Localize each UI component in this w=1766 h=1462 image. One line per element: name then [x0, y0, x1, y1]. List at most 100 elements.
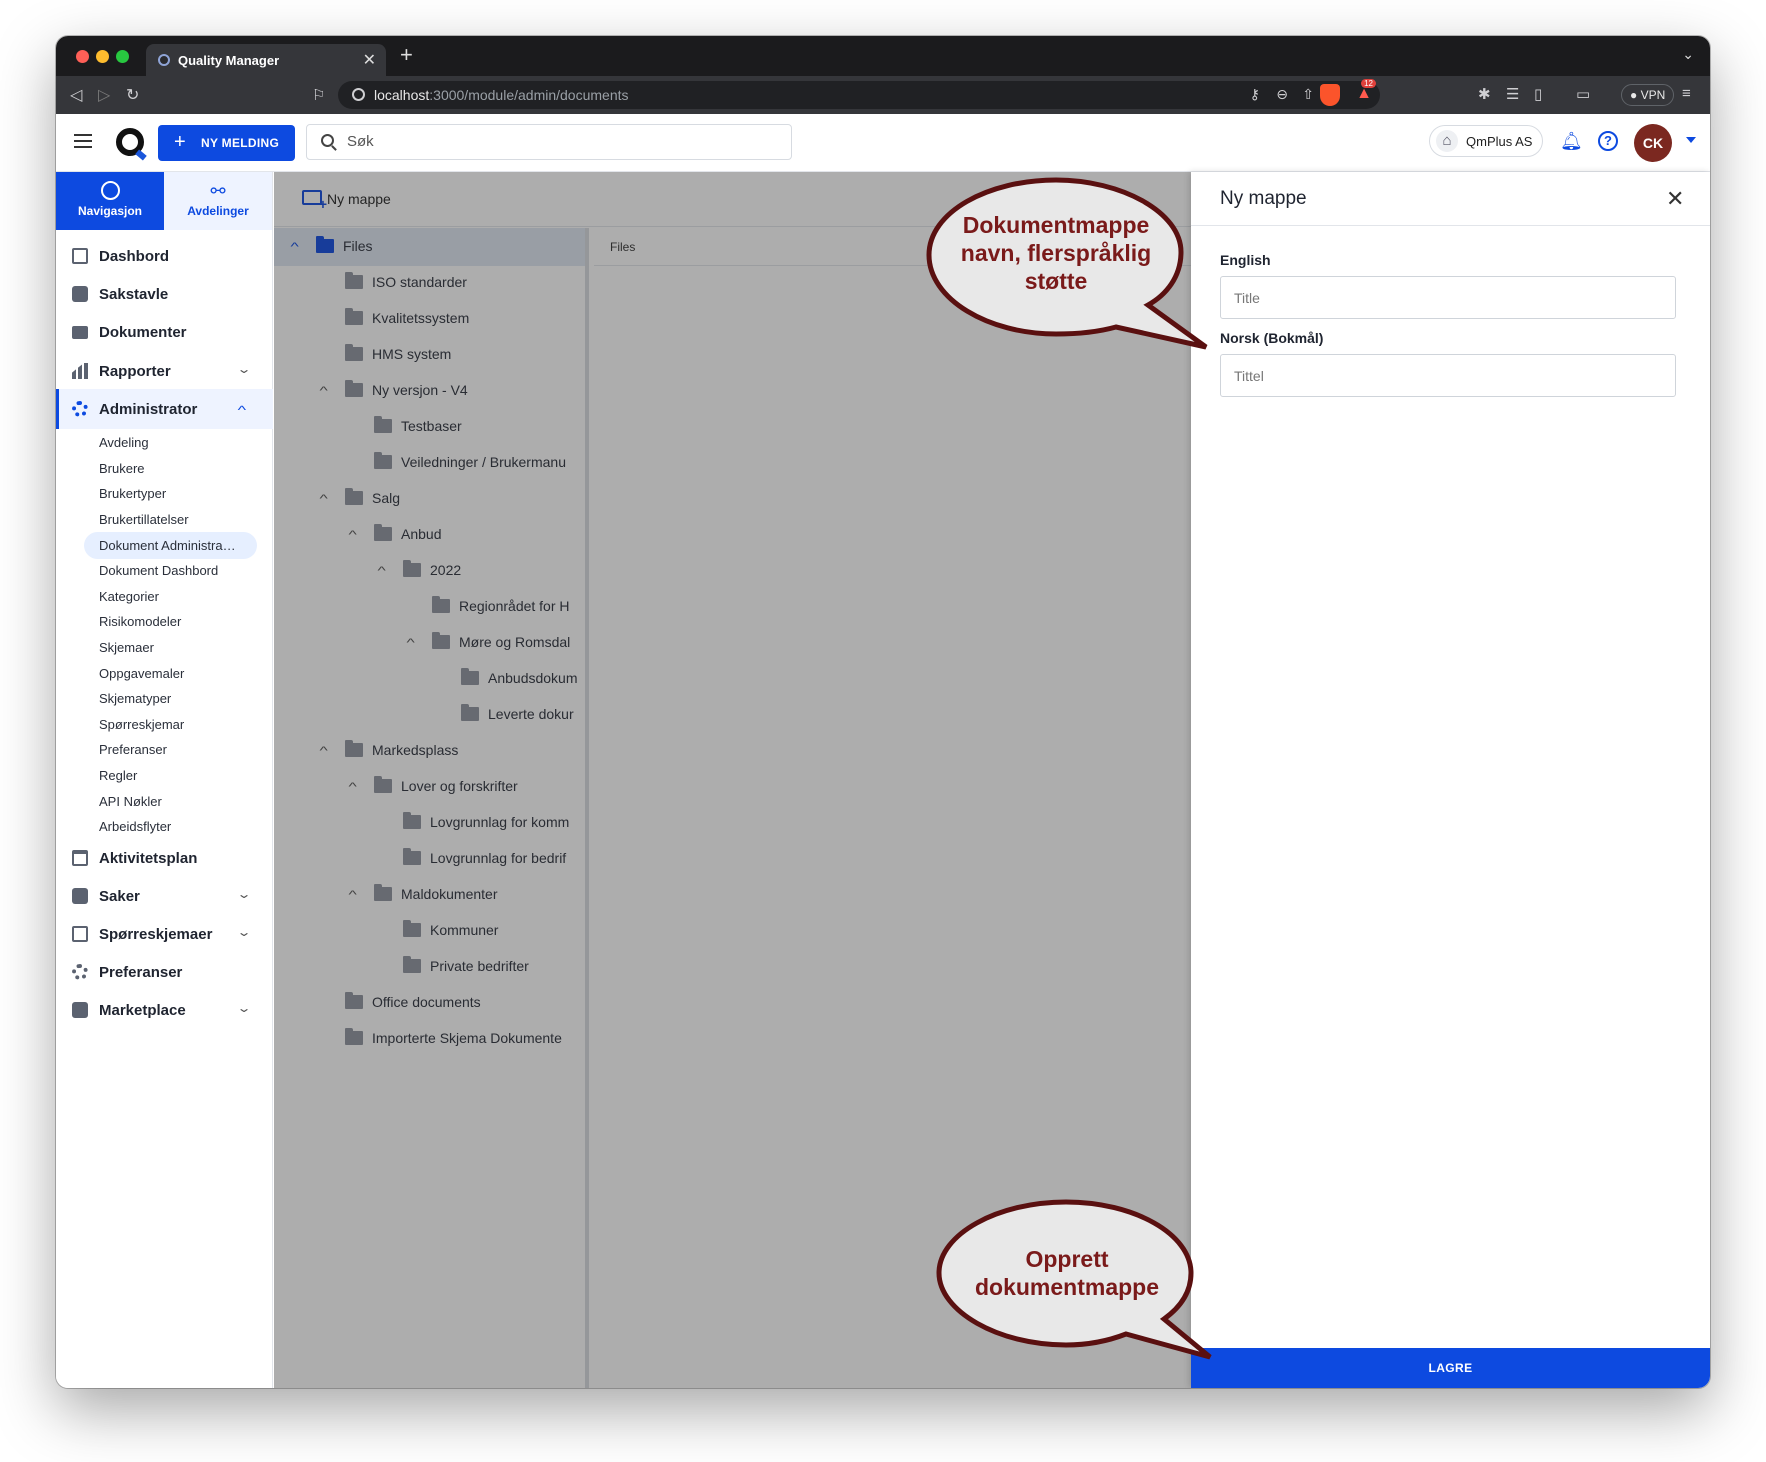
cases-icon	[72, 888, 88, 904]
sidebar-item-rapporter[interactable]: Rapporter ⌄	[56, 351, 273, 391]
search-box[interactable]	[306, 124, 792, 160]
sidebar-sub-regler[interactable]: Regler	[99, 768, 137, 783]
browser-toolbar: ◁ ▷ ↻ ⚐ localhost:3000/module/admin/docu…	[56, 76, 1710, 114]
sidebar-sub-avdeling[interactable]: Avdeling	[99, 435, 149, 450]
browser-menu-icon[interactable]: ≡	[1682, 85, 1691, 102]
org-chart-icon: ⚯	[210, 181, 226, 201]
gear-icon	[72, 401, 88, 417]
chevron-up-icon: ^	[237, 403, 247, 417]
sidebar-sub-brukertillatelser[interactable]: Brukertillatelser	[99, 512, 189, 527]
sidebar-sub-brukere[interactable]: Brukere	[99, 461, 145, 476]
extensions-icon[interactable]: ✱	[1478, 85, 1491, 103]
bookmark-icon[interactable]: ⚐	[312, 86, 325, 104]
callout-bottom: Opprett dokumentmappe	[936, 1199, 1212, 1360]
sidebar-sub-api-nokler[interactable]: API Nøkler	[99, 794, 162, 809]
wallet-icon[interactable]: ▭	[1576, 85, 1590, 103]
callout-bottom-line-1: Opprett	[1025, 1246, 1109, 1272]
app-header: + NY MELDING ⌂ QmPlus AS 🔔︎ ? CK	[56, 114, 1710, 172]
sidebar-sub-sporreskjemar[interactable]: Spørreskjemar	[99, 717, 184, 732]
sidebar-sub-skjemaer[interactable]: Skjemaer	[99, 640, 154, 655]
tab-list-chevron-icon[interactable]: ⌄	[1682, 46, 1694, 63]
share-icon[interactable]: ⇧	[1302, 86, 1314, 103]
sidebar-sub-skjematyper[interactable]: Skjematyper	[99, 691, 171, 706]
brave-shield-icon[interactable]	[1320, 84, 1340, 106]
sidebar-item-label: Administrator	[99, 401, 198, 418]
back-icon[interactable]: ◁	[70, 85, 82, 105]
new-folder-drawer: Ny mappe ✕ English Norsk (Bokmål) LAGRE	[1191, 172, 1710, 1388]
app-logo[interactable]	[116, 128, 144, 156]
english-title-field[interactable]	[1220, 276, 1676, 319]
user-menu-caret-icon[interactable]	[1686, 137, 1696, 143]
minimize-window-button[interactable]	[96, 50, 109, 63]
compass-icon	[100, 181, 120, 200]
sidebar-sub-dokument-dashbord[interactable]: Dokument Dashbord	[99, 563, 218, 578]
folder-icon	[72, 326, 88, 339]
callout-top-text: Dokumentmappe navn, flerspråklig støtte	[926, 211, 1186, 295]
calendar-icon	[72, 850, 88, 866]
tab-close-icon[interactable]: ✕	[363, 50, 376, 70]
vpn-button[interactable]: ● VPN	[1621, 84, 1675, 106]
sidebar-item-dashbord[interactable]: Dashbord	[56, 236, 273, 276]
help-icon[interactable]: ?	[1598, 131, 1618, 151]
sidebar-sub-preferanser[interactable]: Preferanser	[99, 742, 167, 757]
sidebar-toggle-icon[interactable]: ▯	[1534, 85, 1542, 103]
close-icon[interactable]: ✕	[1666, 186, 1684, 212]
company-selector[interactable]: ⌂ QmPlus AS	[1429, 125, 1543, 157]
search-icon	[321, 134, 334, 147]
url-text[interactable]: localhost:3000/module/admin/documents	[374, 87, 629, 103]
sidebar-item-saker[interactable]: Saker ⌄	[56, 876, 273, 916]
sidebar-item-label: Aktivitetsplan	[99, 850, 198, 867]
playlist-icon[interactable]: ☰	[1506, 85, 1519, 103]
save-button[interactable]: LAGRE	[1191, 1348, 1710, 1388]
sidebar-sub-brukertyper[interactable]: Brukertyper	[99, 486, 166, 501]
tab-navigasjon[interactable]: Navigasjon	[56, 172, 164, 230]
favicon-icon	[158, 54, 170, 66]
sidebar-sub-dokument-administrasjon[interactable]: Dokument Administrasjon	[84, 532, 257, 559]
browser-tab[interactable]: Quality Manager ✕	[146, 44, 386, 76]
bar-chart-icon	[72, 363, 88, 379]
callout-bottom-line-2: dokumentmappe	[974, 1274, 1160, 1300]
hamburger-menu-icon[interactable]	[74, 134, 92, 152]
maximize-window-button[interactable]	[116, 50, 129, 63]
forward-icon[interactable]: ▷	[98, 85, 110, 105]
reload-icon[interactable]: ↻	[126, 85, 139, 105]
clipboard-icon	[72, 926, 88, 942]
url-path: :3000/module/admin/documents	[429, 87, 629, 103]
browser-window: Quality Manager ✕ + ⌄ ◁ ▷ ↻ ⚐ localhost:…	[56, 36, 1710, 1388]
callout-bottom-text: Opprett dokumentmappe	[936, 1245, 1198, 1301]
drawer-title: Ny mappe	[1220, 188, 1307, 209]
sidebar-sub-arbeidsflyter[interactable]: Arbeidsflyter	[99, 819, 171, 834]
new-tab-button[interactable]: +	[400, 42, 413, 68]
sidebar-item-preferanser[interactable]: Preferanser	[56, 952, 273, 992]
sidebar-item-administrator[interactable]: Administrator ^	[56, 389, 273, 429]
sidebar-item-marketplace[interactable]: Marketplace ⌄	[56, 990, 273, 1030]
sidebar-sub-risikomodeler[interactable]: Risikomodeler	[99, 614, 181, 629]
chevron-down-icon: ⌄	[236, 925, 252, 939]
search-input[interactable]	[347, 133, 747, 150]
user-avatar[interactable]: CK	[1634, 124, 1672, 162]
sidebar-item-dokumenter[interactable]: Dokumenter	[56, 312, 273, 352]
close-window-button[interactable]	[76, 50, 89, 63]
english-label: English	[1220, 252, 1271, 268]
tab-avdelinger[interactable]: ⚯ Avdelinger	[164, 172, 272, 230]
sidebar-item-sporreskjemaer[interactable]: Spørreskjemaer ⌄	[56, 914, 273, 954]
tab-title: Quality Manager	[178, 53, 280, 68]
new-message-button[interactable]: + NY MELDING	[158, 125, 295, 161]
alert-badge: 12	[1361, 79, 1376, 88]
sidebar-sub-oppgavemaler[interactable]: Oppgavemaler	[99, 666, 184, 681]
zoom-icon[interactable]: ⊖	[1276, 86, 1288, 103]
chevron-down-icon: ⌄	[236, 362, 252, 376]
sidebar-item-aktivitetsplan[interactable]: Aktivitetsplan	[56, 838, 273, 878]
sidebar-item-sakstavle[interactable]: Sakstavle	[56, 274, 273, 314]
address-bar[interactable]: ⚐ localhost:3000/module/admin/documents …	[312, 79, 1380, 109]
new-message-label: NY MELDING	[201, 136, 280, 150]
sidebar-sub-kategorier[interactable]: Kategorier	[99, 589, 159, 604]
key-icon[interactable]: ⚷	[1250, 86, 1260, 103]
notifications-bell-icon[interactable]: 🔔︎	[1560, 131, 1583, 152]
sidebar-item-label: Rapporter	[99, 363, 171, 380]
norwegian-label: Norsk (Bokmål)	[1220, 330, 1324, 346]
browser-tab-bar: Quality Manager ✕ + ⌄	[56, 36, 1710, 76]
sidebar: Navigasjon ⚯ Avdelinger Dashbord Sakstav…	[56, 172, 273, 1388]
norwegian-title-field[interactable]	[1220, 354, 1676, 397]
site-info-icon[interactable]	[352, 88, 365, 101]
